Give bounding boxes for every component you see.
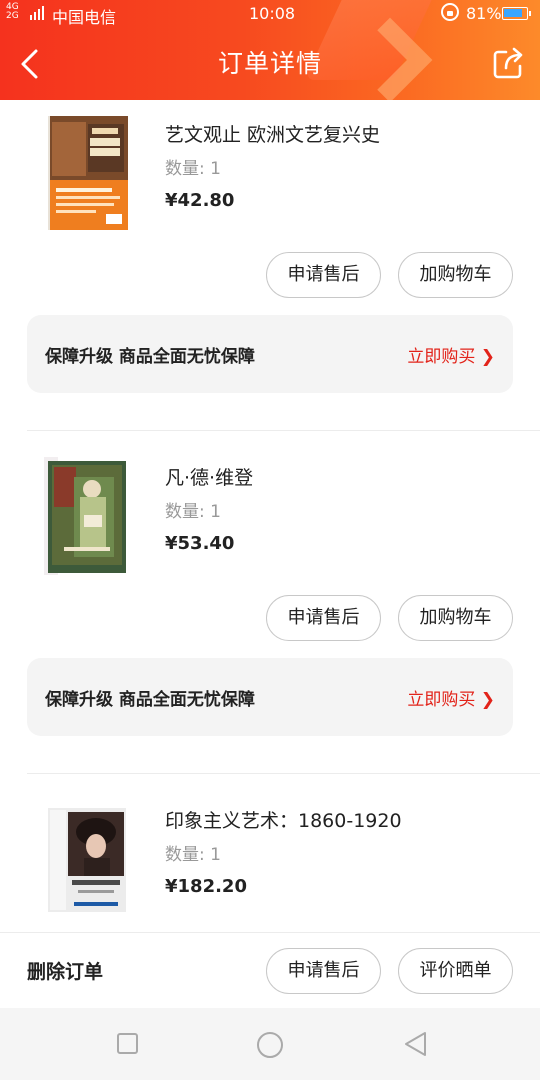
book-cover-renaissance [48, 116, 128, 230]
rotation-lock-icon [441, 3, 459, 21]
product-title[interactable]: 印象主义艺术：1860-1920 [165, 806, 402, 833]
product-title[interactable]: 艺文观止 欧洲文艺复兴史 [165, 120, 380, 147]
status-bar: 4G 2G 中国电信 10:08 81% [0, 0, 540, 28]
after-sale-button[interactable]: 申请售后 [266, 948, 381, 994]
review-order-button[interactable]: 评价晒单 [398, 948, 513, 994]
buy-now-link[interactable]: 立即购买 ❯ [407, 685, 495, 710]
battery-percent: 81% [466, 4, 502, 23]
guarantee-banner[interactable]: 保障升级 商品全面无忧保障 立即购买 ❯ [27, 315, 513, 393]
order-item[interactable]: 凡·德·维登 数量: 1 ¥53.40 申请售后 加购物车 保障升级 商品全面无… [0, 443, 540, 773]
delete-order-button[interactable]: 删除订单 [27, 957, 103, 984]
book-cover-impressionism [48, 808, 126, 912]
signal-icon [30, 6, 46, 20]
book-cover-van-der-weyden [44, 457, 126, 575]
triangle-back-icon[interactable] [402, 1030, 428, 1058]
battery-icon [502, 7, 531, 20]
network-type: 4G 2G [6, 3, 19, 21]
product-image[interactable] [44, 114, 130, 232]
product-price: ¥42.80 [165, 190, 235, 211]
carrier-name: 中国电信 [52, 8, 117, 27]
after-sale-button[interactable]: 申请售后 [266, 252, 381, 298]
divider [27, 773, 540, 774]
product-title[interactable]: 凡·德·维登 [165, 463, 253, 490]
header-bar: 4G 2G 中国电信 10:08 81% 订单详情 [0, 0, 540, 100]
after-sale-button[interactable]: 申请售后 [266, 595, 381, 641]
divider [27, 430, 540, 431]
order-item[interactable]: 印象主义艺术：1860-1920 数量: 1 ¥182.20 [0, 786, 540, 932]
product-price: ¥53.40 [165, 533, 235, 554]
share-icon [493, 47, 523, 79]
product-image[interactable] [44, 457, 130, 575]
guarantee-banner[interactable]: 保障升级 商品全面无忧保障 立即购买 ❯ [27, 658, 513, 736]
product-price: ¥182.20 [165, 876, 247, 897]
clock: 10:08 [249, 4, 296, 23]
product-quantity: 数量: 1 [165, 159, 221, 179]
network-2g: 2G [6, 11, 19, 21]
add-to-cart-button[interactable]: 加购物车 [398, 595, 513, 641]
order-item[interactable]: 艺文观止 欧洲文艺复兴史 数量: 1 ¥42.80 申请售后 加购物车 保障升级… [0, 100, 540, 430]
guarantee-text: 保障升级 商品全面无忧保障 [45, 347, 255, 367]
system-nav-bar [0, 1008, 540, 1080]
add-to-cart-button[interactable]: 加购物车 [398, 252, 513, 298]
guarantee-text: 保障升级 商品全面无忧保障 [45, 690, 255, 710]
circle-nav-icon[interactable] [255, 1030, 285, 1060]
product-image[interactable] [44, 806, 130, 924]
order-action-bar: 删除订单 申请售后 评价晒单 [0, 932, 540, 1008]
product-quantity: 数量: 1 [165, 845, 221, 865]
page-title: 订单详情 [217, 49, 322, 78]
square-nav-icon[interactable] [116, 1032, 140, 1056]
share-button[interactable] [492, 46, 526, 80]
buy-now-link[interactable]: 立即购买 ❯ [407, 342, 495, 367]
product-quantity: 数量: 1 [165, 502, 221, 522]
